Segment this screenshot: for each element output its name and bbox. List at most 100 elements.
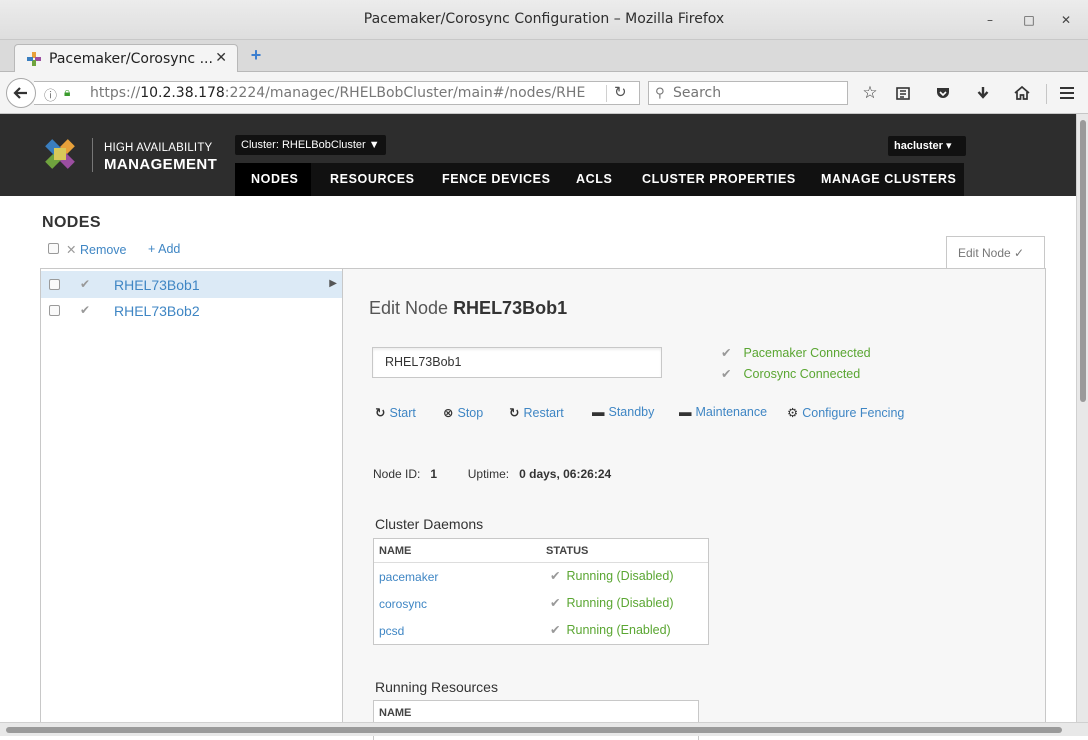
horizontal-scroll-thumb[interactable]: [6, 727, 1062, 733]
search-box[interactable]: ⚲: [648, 81, 848, 105]
nav-cluster-properties[interactable]: CLUSTER PROPERTIES: [642, 163, 796, 196]
nav-resources[interactable]: RESOURCES: [330, 163, 415, 196]
nav-acls[interactable]: ACLS: [576, 163, 612, 196]
daemon-status-text: Running (Disabled): [566, 569, 674, 583]
search-input[interactable]: [673, 84, 843, 102]
node-row[interactable]: ✔ RHEL73Bob2: [41, 297, 343, 324]
configure-fencing-button[interactable]: ⚙ Configure Fencing: [787, 405, 904, 420]
nav-fence-devices[interactable]: FENCE DEVICES: [442, 163, 551, 196]
pocket-icon[interactable]: [931, 81, 955, 105]
brand-line-1: HIGH AVAILABILITY: [104, 142, 213, 154]
node-checkbox[interactable]: [49, 305, 60, 316]
detail-title: Edit Node RHEL73Bob1: [369, 298, 567, 319]
check-icon: ✔: [721, 367, 732, 381]
stop-icon: ⊗: [443, 406, 454, 420]
maintenance-label: Maintenance: [695, 405, 768, 419]
tab-close-icon[interactable]: ✕: [215, 49, 227, 66]
browser-tab[interactable]: Pacemaker/Corosync ... ✕: [14, 44, 238, 73]
remove-node-button[interactable]: ✕ Remove: [66, 242, 127, 257]
corosync-status-text: Corosync Connected: [743, 367, 861, 381]
user-menu-button[interactable]: hacluster ▾: [888, 136, 966, 156]
check-icon: ✔: [550, 569, 561, 583]
tab-strip: Pacemaker/Corosync ... ✕ +: [0, 40, 1088, 73]
cluster-selector-button[interactable]: Cluster: RHELBobCluster ▼: [235, 135, 386, 155]
reload-icon[interactable]: ↻: [614, 83, 627, 101]
daemon-name[interactable]: pcsd: [379, 624, 404, 638]
node-name[interactable]: RHEL73Bob2: [114, 303, 200, 319]
standby-button[interactable]: ▬ Standby: [592, 405, 654, 419]
vertical-scroll-thumb[interactable]: [1080, 120, 1086, 402]
nav-nodes[interactable]: NODES: [235, 163, 311, 196]
node-ok-check-icon: ✔: [80, 303, 91, 317]
minimize-button[interactable]: –: [980, 10, 1000, 30]
pacemaker-status-text: Pacemaker Connected: [743, 346, 871, 360]
uptime-value: 0 days, 06:26:24: [519, 467, 612, 481]
start-label: Start: [389, 406, 416, 420]
pacemaker-status: ✔ Pacemaker Connected: [721, 345, 871, 360]
logo-divider: [92, 138, 93, 172]
url-text[interactable]: https://10.2.38.178:2224/managec/RHELBob…: [90, 85, 585, 101]
window-title: Pacemaker/Corosync Configuration – Mozil…: [363, 11, 725, 27]
reader-list-icon[interactable]: [891, 81, 915, 105]
add-icon: +: [148, 242, 156, 256]
node-toolbar: ✕ Remove + Add: [48, 242, 180, 257]
window-titlebar: Pacemaker/Corosync Configuration – Mozil…: [0, 0, 1088, 40]
new-tab-button[interactable]: +: [246, 44, 266, 66]
node-row[interactable]: ✔ RHEL73Bob1 ▶: [41, 271, 343, 298]
edit-node-tab[interactable]: Edit Node ✓: [946, 236, 1045, 269]
col-name-header: NAME: [379, 545, 412, 557]
hamburger-menu-icon[interactable]: [1055, 81, 1079, 105]
daemon-status-text: Running (Disabled): [566, 596, 674, 610]
horizontal-scrollbar[interactable]: [0, 722, 1088, 736]
close-window-button[interactable]: ✕: [1056, 10, 1076, 30]
app-header: HIGH AVAILABILITY MANAGEMENT Cluster: RH…: [0, 114, 1076, 196]
maximize-button[interactable]: □: [1019, 10, 1039, 30]
check-icon: ✔: [721, 346, 732, 360]
daemon-status: ✔ Running (Disabled): [550, 568, 674, 583]
node-detail-panel: Edit Node RHEL73Bob1 RHEL73Bob1 ✔ Pacemak…: [342, 268, 1046, 740]
info-icon[interactable]: ⓘ: [44, 85, 57, 104]
restart-label: Restart: [523, 406, 564, 420]
url-bar[interactable]: ⓘ 🔒︎ https://10.2.38.178:2224/managec/RH…: [34, 81, 640, 105]
download-icon[interactable]: [971, 81, 995, 105]
bookmark-star-icon[interactable]: ☆: [858, 81, 882, 105]
restart-button[interactable]: ↻ Restart: [509, 405, 564, 420]
remove-icon: ✕: [66, 243, 77, 257]
cluster-daemons-heading: Cluster Daemons: [375, 516, 484, 532]
back-arrow-icon: [13, 87, 27, 99]
add-node-button[interactable]: + Add: [148, 242, 180, 256]
node-info: Node ID: 1 Uptime: 0 days, 06:26:24: [373, 467, 611, 481]
search-icon: ⚲: [655, 85, 665, 100]
running-resources-heading: Running Resources: [375, 679, 498, 695]
vertical-scrollbar[interactable]: [1076, 114, 1088, 722]
daemon-name[interactable]: pacemaker: [379, 570, 438, 584]
lock-icon: 🔒︎: [64, 85, 71, 99]
gear-icon: ⚙: [787, 406, 799, 420]
detail-title-node: RHEL73Bob1: [453, 298, 568, 318]
corosync-status: ✔ Corosync Connected: [721, 366, 860, 381]
nav-manage-clusters[interactable]: MANAGE CLUSTERS: [821, 163, 956, 196]
daemon-name[interactable]: corosync: [379, 597, 427, 611]
node-name-field[interactable]: RHEL73Bob1: [372, 347, 662, 378]
brand-line-2: MANAGEMENT: [104, 156, 218, 173]
start-icon: ↻: [375, 406, 386, 420]
table-row: pcsd ✔ Running (Enabled): [374, 617, 708, 644]
stop-button[interactable]: ⊗ Stop: [443, 405, 483, 420]
back-button[interactable]: [6, 78, 36, 108]
daemon-status: ✔ Running (Enabled): [550, 622, 671, 637]
select-all-checkbox[interactable]: [48, 243, 59, 254]
node-id-value: 1: [430, 467, 438, 481]
home-icon[interactable]: [1010, 81, 1034, 105]
pcs-logo-icon: [45, 139, 75, 169]
check-icon: ✔: [550, 623, 561, 637]
node-checkbox[interactable]: [49, 279, 60, 290]
start-button[interactable]: ↻ Start: [375, 405, 416, 420]
node-name[interactable]: RHEL73Bob1: [114, 277, 200, 293]
col-name-header: NAME: [379, 707, 412, 719]
maintenance-button[interactable]: ▬ Maintenance: [679, 405, 767, 419]
configure-fencing-label: Configure Fencing: [802, 406, 905, 420]
node-id-label: Node ID:: [373, 467, 421, 481]
node-list: ✔ RHEL73Bob1 ▶ ✔ RHEL73Bob2: [40, 268, 343, 728]
uptime-label: Uptime:: [467, 467, 510, 481]
restart-icon: ↻: [509, 406, 520, 420]
